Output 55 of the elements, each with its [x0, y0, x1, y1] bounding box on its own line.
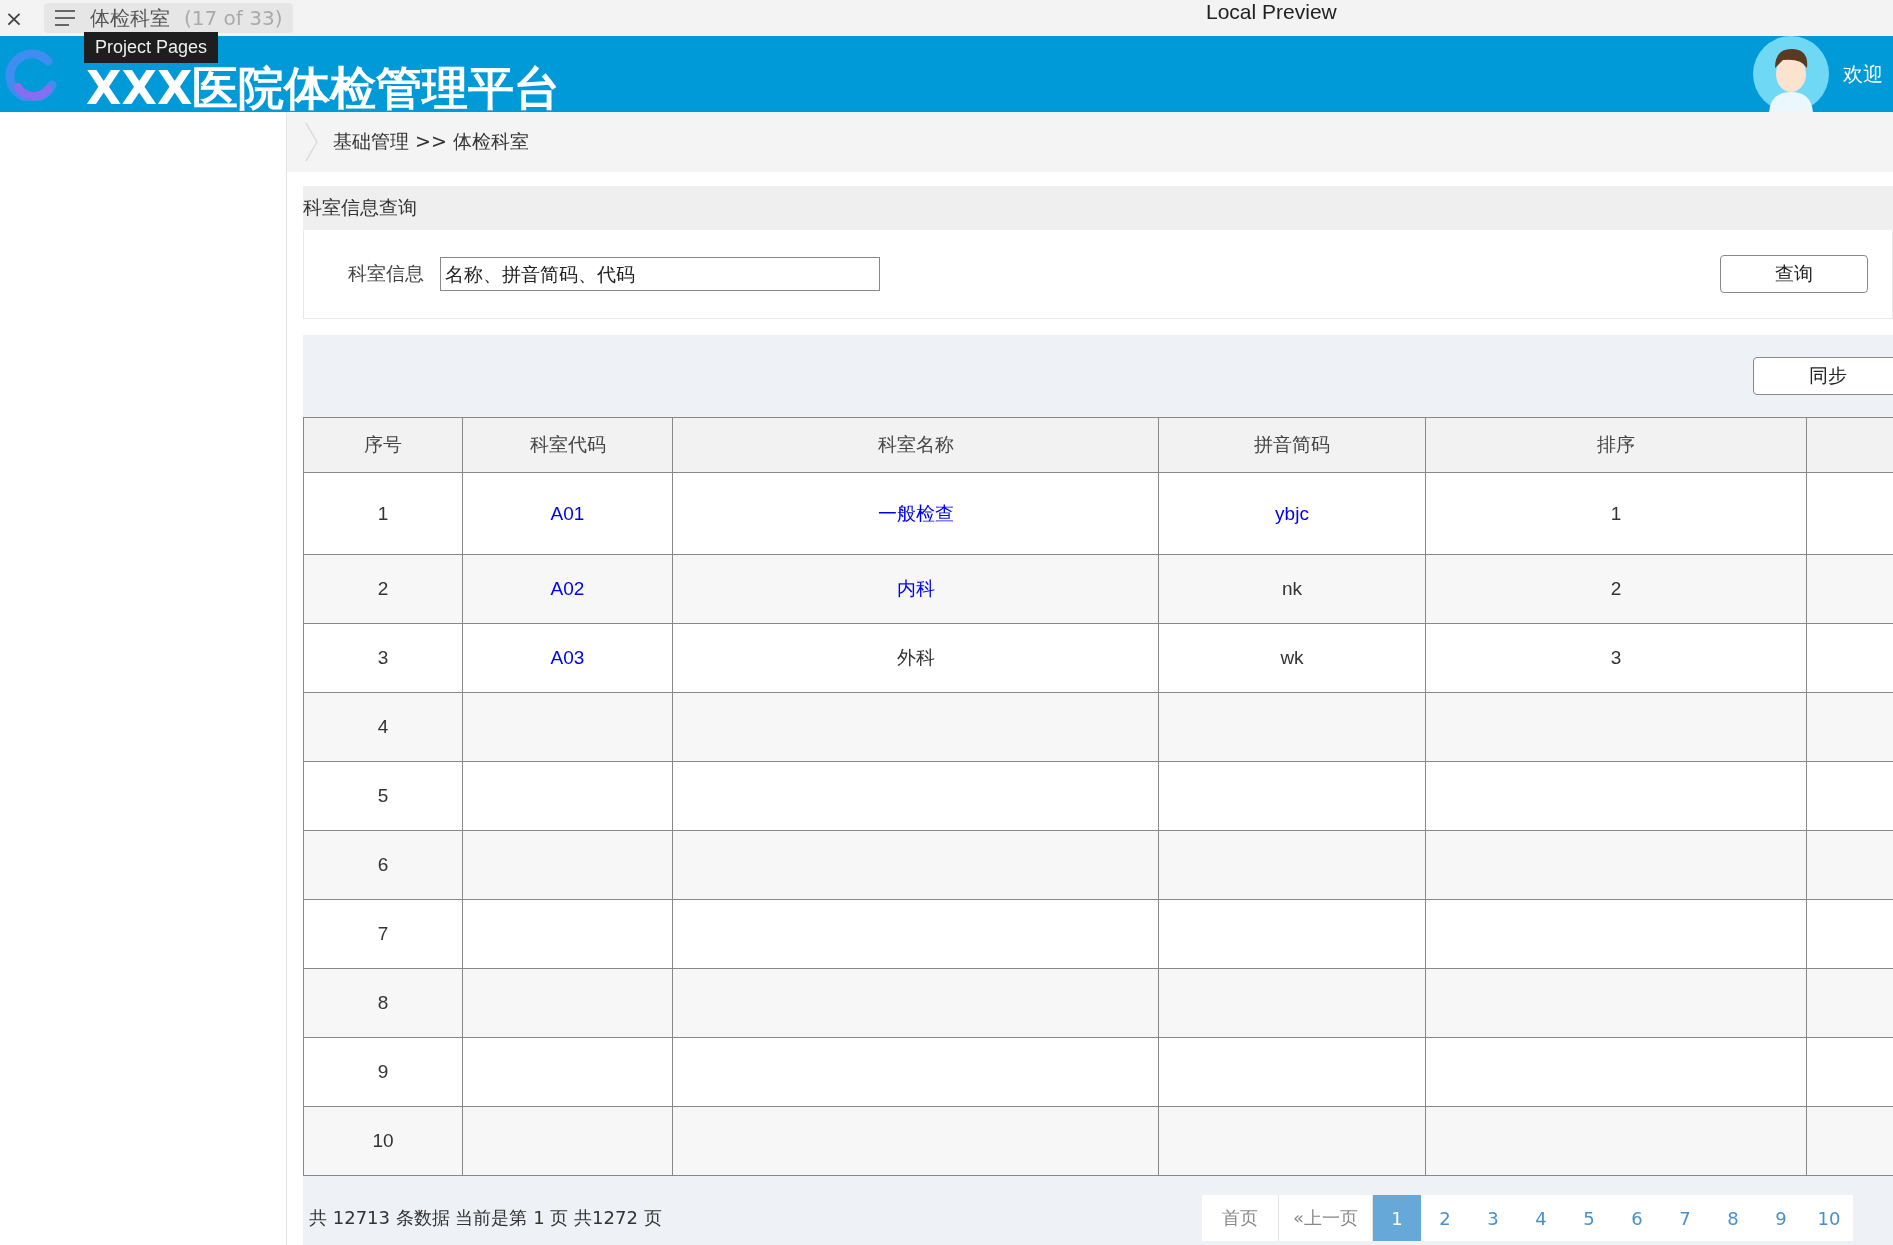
page-link[interactable]: 9 — [1757, 1195, 1805, 1241]
query-button[interactable]: 查询 — [1720, 255, 1868, 293]
table-cell: 3 — [1425, 623, 1807, 693]
table-cell: 8 — [303, 968, 463, 1038]
field-label: 科室信息 — [348, 261, 424, 286]
page-link[interactable]: 6 — [1613, 1195, 1661, 1241]
page-link[interactable]: «上一页 — [1279, 1195, 1373, 1241]
column-header: 拼音简码 — [1158, 417, 1426, 473]
table-cell: 7 — [303, 899, 463, 969]
page-link[interactable]: 4 — [1517, 1195, 1565, 1241]
table-cell: 3 — [303, 623, 463, 693]
sync-button[interactable]: 同步 — [1753, 357, 1893, 395]
table-cell: 6 — [303, 830, 463, 900]
app-title: XXX医院体检管理平台 — [86, 66, 561, 110]
table-cell[interactable]: ybjc — [1158, 472, 1426, 555]
table-cell[interactable]: 一般检查 — [672, 472, 1159, 555]
window-title: Local Preview — [1206, 0, 1337, 24]
table-cell: 1 — [1425, 472, 1807, 555]
table-cell[interactable]: A01 — [462, 472, 673, 555]
search-field[interactable]: 名称、拼音简码、代码 — [440, 257, 880, 291]
table-cell: 外科 — [672, 623, 1159, 693]
table-cell[interactable]: A02 — [462, 554, 673, 624]
page-count: (17 of 33) — [184, 6, 283, 30]
page-link[interactable]: 3 — [1469, 1195, 1517, 1241]
column-header: 序号 — [303, 417, 463, 473]
page-tab[interactable]: 体检科室 (17 of 33) — [44, 3, 293, 33]
column-header: 科室名称 — [672, 417, 1159, 473]
page-link[interactable]: 7 — [1661, 1195, 1709, 1241]
table-cell: nk — [1158, 554, 1426, 624]
table-cell: 2 — [1425, 554, 1807, 624]
table-cell: 1 — [303, 472, 463, 555]
table-cell: 10 — [303, 1106, 463, 1176]
column-header: 科室代码 — [462, 417, 673, 473]
table-cell: wk — [1158, 623, 1426, 693]
tab-title: 体检科室 — [90, 4, 170, 32]
table-cell: 9 — [303, 1037, 463, 1107]
page-link[interactable]: 8 — [1709, 1195, 1757, 1241]
breadcrumb: 基础管理 >> 体检科室 — [333, 129, 529, 154]
table-cell: 2 — [303, 554, 463, 624]
page-link[interactable]: 5 — [1565, 1195, 1613, 1241]
table-cell[interactable]: 内科 — [672, 554, 1159, 624]
table-cell[interactable]: A03 — [462, 623, 673, 693]
page-link[interactable]: 2 — [1421, 1195, 1469, 1241]
welcome-text: 欢迎 — [1843, 60, 1883, 88]
close-button[interactable]: × — [0, 5, 28, 31]
table-cell: 5 — [303, 761, 463, 831]
tooltip: Project Pages — [84, 32, 219, 63]
section-title: 科室信息查询 — [303, 195, 417, 220]
table-cell: 4 — [303, 692, 463, 762]
page-link[interactable]: 首页 — [1202, 1195, 1279, 1241]
menu-icon — [54, 9, 76, 27]
page-link[interactable]: 1 — [1373, 1195, 1421, 1241]
page-link[interactable]: 10 — [1805, 1195, 1853, 1241]
column-header: 排序 — [1425, 417, 1807, 473]
record-summary: 共 12713 条数据 当前是第 1 页 共1272 页 — [309, 1206, 662, 1230]
